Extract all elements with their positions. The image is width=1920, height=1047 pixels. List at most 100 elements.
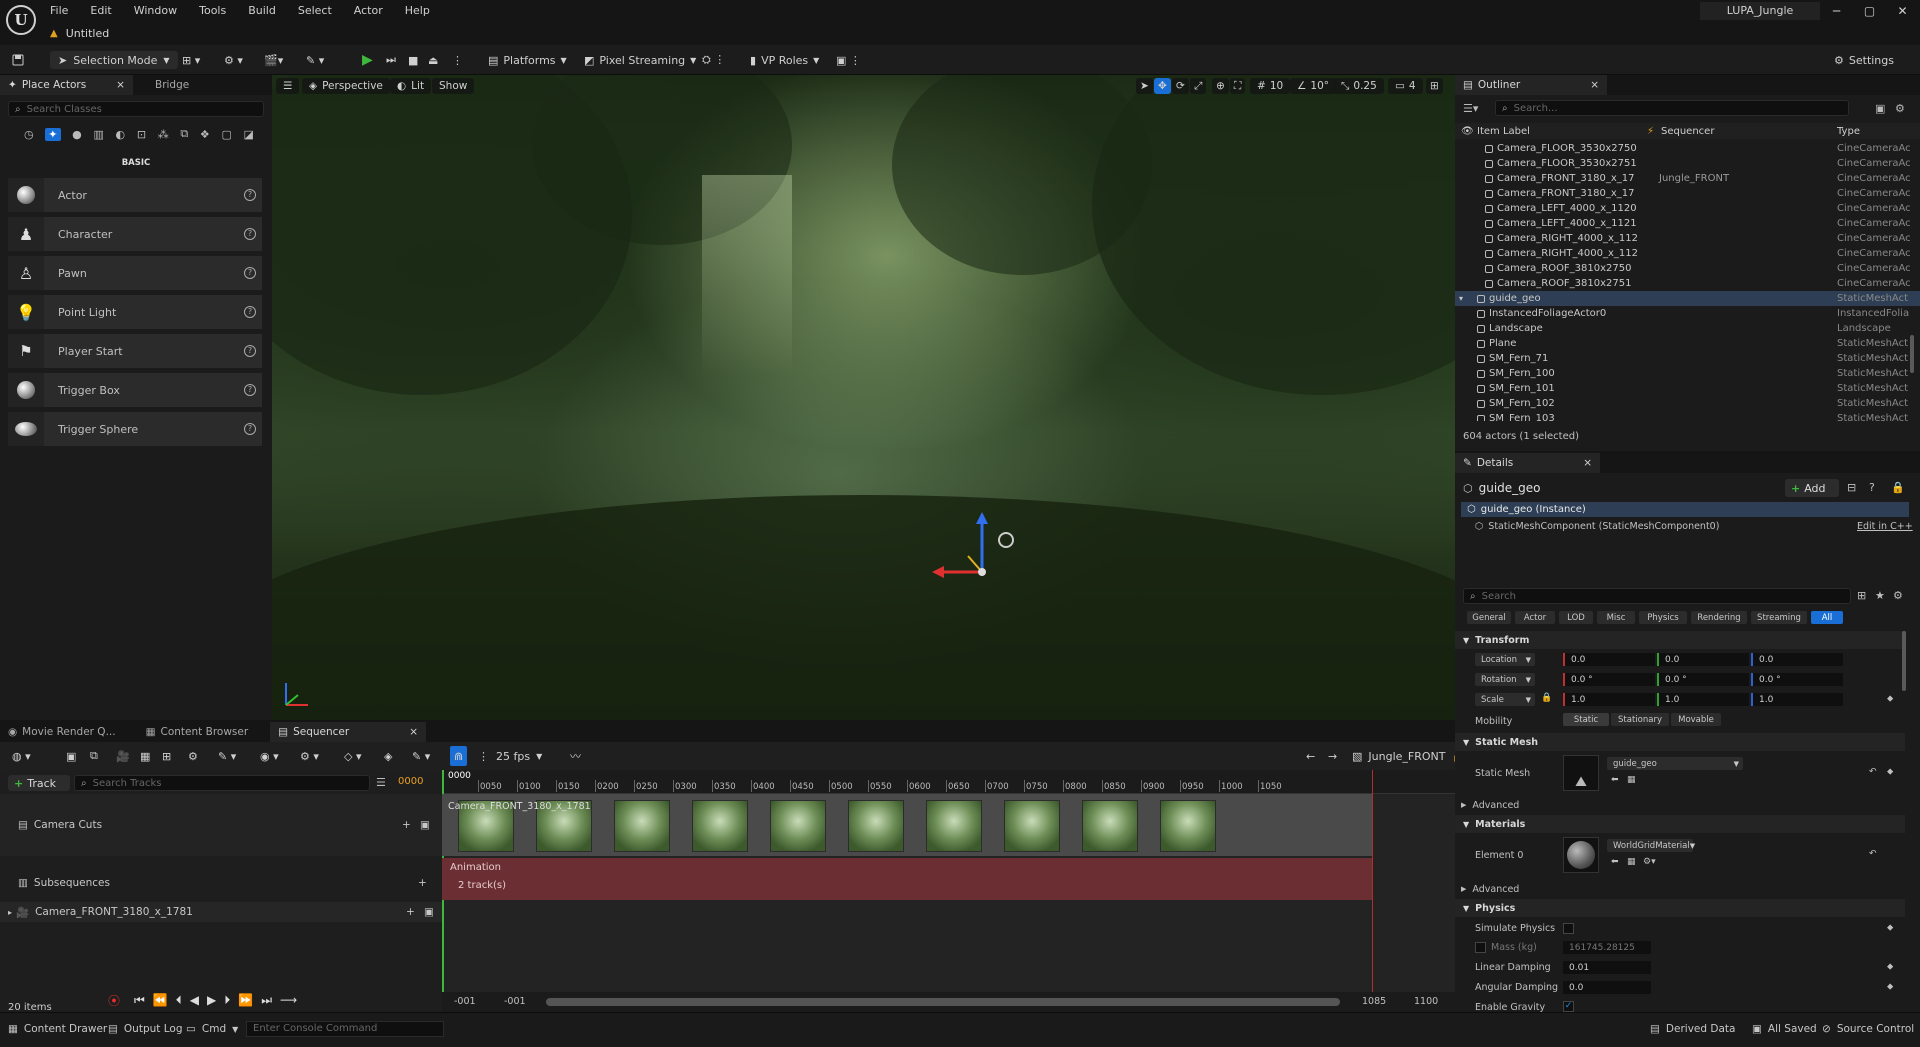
material-picker[interactable]: WorldGridMaterial ▼	[1607, 839, 1695, 852]
rotation-snap-button[interactable]: ∠ 10°	[1290, 78, 1337, 94]
close-tab-icon[interactable]: ×	[1583, 457, 1592, 469]
visibility-icon[interactable]: 👁	[1461, 126, 1474, 137]
add-icon[interactable]: +	[406, 906, 415, 918]
close-tab-icon[interactable]: ×	[116, 79, 125, 91]
range-end-b[interactable]: 1100	[1414, 996, 1438, 1007]
outliner-row[interactable]: Landscape Landscape	[1455, 321, 1920, 336]
location-x-field[interactable]: 0.0	[1563, 653, 1655, 666]
static-mesh-component-row[interactable]: ⬡ StaticMeshComponent (StaticMeshCompone…	[1475, 519, 1719, 534]
play-icon[interactable]: ▶	[362, 51, 373, 69]
render-movie-icon[interactable]: 🎥	[116, 747, 130, 765]
world-icon[interactable]: ◍ ▾	[12, 747, 31, 765]
component-instance-row[interactable]: ⬡ guide_geo (Instance)	[1461, 502, 1909, 517]
outliner-row[interactable]: Camera_FRONT_3180_x_17 Jungle_FRONT CineCa…	[1455, 171, 1920, 186]
reset-arrow-icon[interactable]: ↶	[1869, 767, 1877, 777]
menu-tools[interactable]: Tools	[199, 4, 226, 17]
stage-icon[interactable]: ▣ ⋮	[836, 51, 861, 69]
category-rendering[interactable]: Rendering	[1691, 611, 1747, 624]
basic-category-icon[interactable]: ✦	[45, 127, 61, 141]
filter-icon[interactable]: ⊞	[162, 747, 171, 765]
level-viewport[interactable]: ☰ ◈ Perspective ◐ Lit Show ➤ ✥ ⟳ ⤢ ⊕ ⛶ #…	[272, 75, 1455, 720]
lights-icon[interactable]: ●	[72, 128, 82, 141]
property-matrix-icon[interactable]: ⊞	[1857, 589, 1866, 602]
prev-frame-icon[interactable]: ⏴	[176, 993, 182, 1008]
add-icon[interactable]: +	[418, 877, 427, 889]
outliner-scrollbar[interactable]	[1910, 335, 1914, 373]
tab-sequencer[interactable]: ▤ Sequencer ×	[270, 722, 427, 742]
actor-item-actor[interactable]: Actor ?	[8, 178, 262, 212]
expand-arrow-icon[interactable]: ▸	[8, 908, 12, 917]
console-command-input[interactable]: Enter Console Command	[246, 1021, 444, 1037]
scale-x-field[interactable]: 1.0	[1563, 693, 1655, 706]
outliner-row[interactable]: SM_Fern_103 StaticMeshAct	[1455, 411, 1920, 421]
reset-arrow-icon[interactable]: ↶	[1869, 849, 1877, 859]
outliner-row[interactable]: Camera_FRONT_3180_x_17 CineCameraAc	[1455, 186, 1920, 201]
animation-section[interactable]: Animation 2 track(s)	[442, 858, 1372, 900]
tab-details[interactable]: ✎ Details ×	[1455, 453, 1601, 473]
back-arrow-icon[interactable]: ←	[1306, 747, 1315, 765]
category-streaming[interactable]: Streaming	[1751, 611, 1807, 624]
menu-select[interactable]: Select	[298, 4, 332, 17]
static-mesh-section[interactable]: ▼ Static Mesh	[1455, 733, 1905, 751]
rotation-dropdown[interactable]: Rotation ▼	[1475, 673, 1535, 686]
help-icon[interactable]: ?	[244, 267, 256, 279]
location-dropdown[interactable]: Location ▼	[1475, 653, 1535, 666]
transform-gizmo[interactable]	[922, 510, 1032, 590]
mass-override-checkbox[interactable]	[1475, 942, 1486, 953]
cinematics-icon[interactable]: 🎬▾	[264, 51, 283, 69]
reset-value-icon[interactable]: ⬥	[1887, 923, 1893, 933]
pixel-streaming-dropdown[interactable]: ◩ Pixel Streaming ▼	[584, 51, 696, 69]
all-saved-button[interactable]: ▣ All Saved	[1752, 1023, 1817, 1035]
world-space-icon[interactable]: ⊕	[1212, 78, 1229, 94]
end-range-line[interactable]	[1372, 770, 1373, 1012]
outliner-row[interactable]: SM_Fern_100 StaticMeshAct	[1455, 366, 1920, 381]
prev-key-icon[interactable]: ⏪	[153, 993, 168, 1007]
reset-value-icon[interactable]: ⬥	[1887, 694, 1893, 704]
forward-arrow-icon[interactable]: →	[1328, 747, 1337, 765]
details-search-input[interactable]: ⌕ Search	[1463, 588, 1851, 604]
actions-icon[interactable]: ⚙	[188, 747, 198, 765]
surface-snap-icon[interactable]: ⛶	[1230, 78, 1246, 94]
key-interp-icon[interactable]: ◇ ▾	[344, 747, 361, 765]
details-scrollbar[interactable]	[1902, 631, 1906, 691]
details-settings-icon[interactable]: ⚙	[1893, 589, 1903, 602]
scale-dropdown[interactable]: Scale ▼	[1475, 693, 1535, 706]
help-icon[interactable]: ?	[244, 228, 256, 240]
add-icon[interactable]: +	[402, 819, 411, 831]
minimize-icon[interactable]: ─	[1820, 4, 1853, 18]
browse-icon[interactable]: ▦	[1627, 857, 1636, 867]
actor-item-trigger-sphere[interactable]: Trigger Sphere ?	[8, 412, 262, 446]
eject-icon[interactable]: ⏏	[428, 51, 438, 69]
add-content-icon[interactable]: ⊞ ▾	[182, 51, 200, 69]
viewport-menu-icon[interactable]: ☰	[276, 78, 300, 94]
view-options-icon[interactable]: ◉ ▾	[260, 747, 279, 765]
translate-tool-icon[interactable]: ✥	[1154, 78, 1171, 94]
lit-button[interactable]: ◐ Lit	[390, 78, 432, 94]
add-component-button[interactable]: + Add	[1785, 479, 1839, 497]
range-start-a[interactable]: -001	[454, 996, 476, 1007]
angular-damping-field[interactable]: 0.0	[1563, 981, 1651, 994]
cmd-dropdown[interactable]: ▭ Cmd ▼	[186, 1023, 238, 1035]
rotate-tool-icon[interactable]: ⟳	[1172, 78, 1189, 94]
outliner-row[interactable]: Camera_RIGHT_4000_x_112 CineCameraAc	[1455, 231, 1920, 246]
grid-snap-button[interactable]: # 10	[1250, 78, 1291, 94]
snapshot-icon[interactable]: ▦	[140, 747, 150, 765]
show-button[interactable]: Show	[432, 78, 475, 94]
current-frame[interactable]: 0000	[398, 776, 423, 787]
record-icon[interactable]: ⦿	[108, 992, 120, 1009]
misc-icon[interactable]: ◪	[244, 128, 254, 141]
box-icon[interactable]: ▢	[221, 128, 231, 141]
scale-lock-icon[interactable]: 🔒	[1541, 693, 1552, 703]
all-classes-icon[interactable]: ❖	[200, 128, 210, 141]
range-start-b[interactable]: -001	[504, 996, 526, 1007]
material-thumbnail[interactable]	[1563, 837, 1599, 873]
geometry-icon[interactable]: ⁂	[158, 128, 169, 141]
column-type[interactable]: Type	[1837, 126, 1860, 137]
mobility-stationary[interactable]: Stationary	[1611, 713, 1669, 726]
help-icon[interactable]: ?	[1869, 481, 1875, 494]
category-physics[interactable]: Physics	[1639, 611, 1687, 624]
edit-mode-icon[interactable]: ✎ ▾	[412, 747, 430, 765]
scale-y-field[interactable]: 1.0	[1657, 693, 1749, 706]
outliner-row[interactable]: Camera_FLOOR_3530x2751 CineCameraAc	[1455, 156, 1920, 171]
use-selected-icon[interactable]: ⬅	[1611, 775, 1619, 785]
